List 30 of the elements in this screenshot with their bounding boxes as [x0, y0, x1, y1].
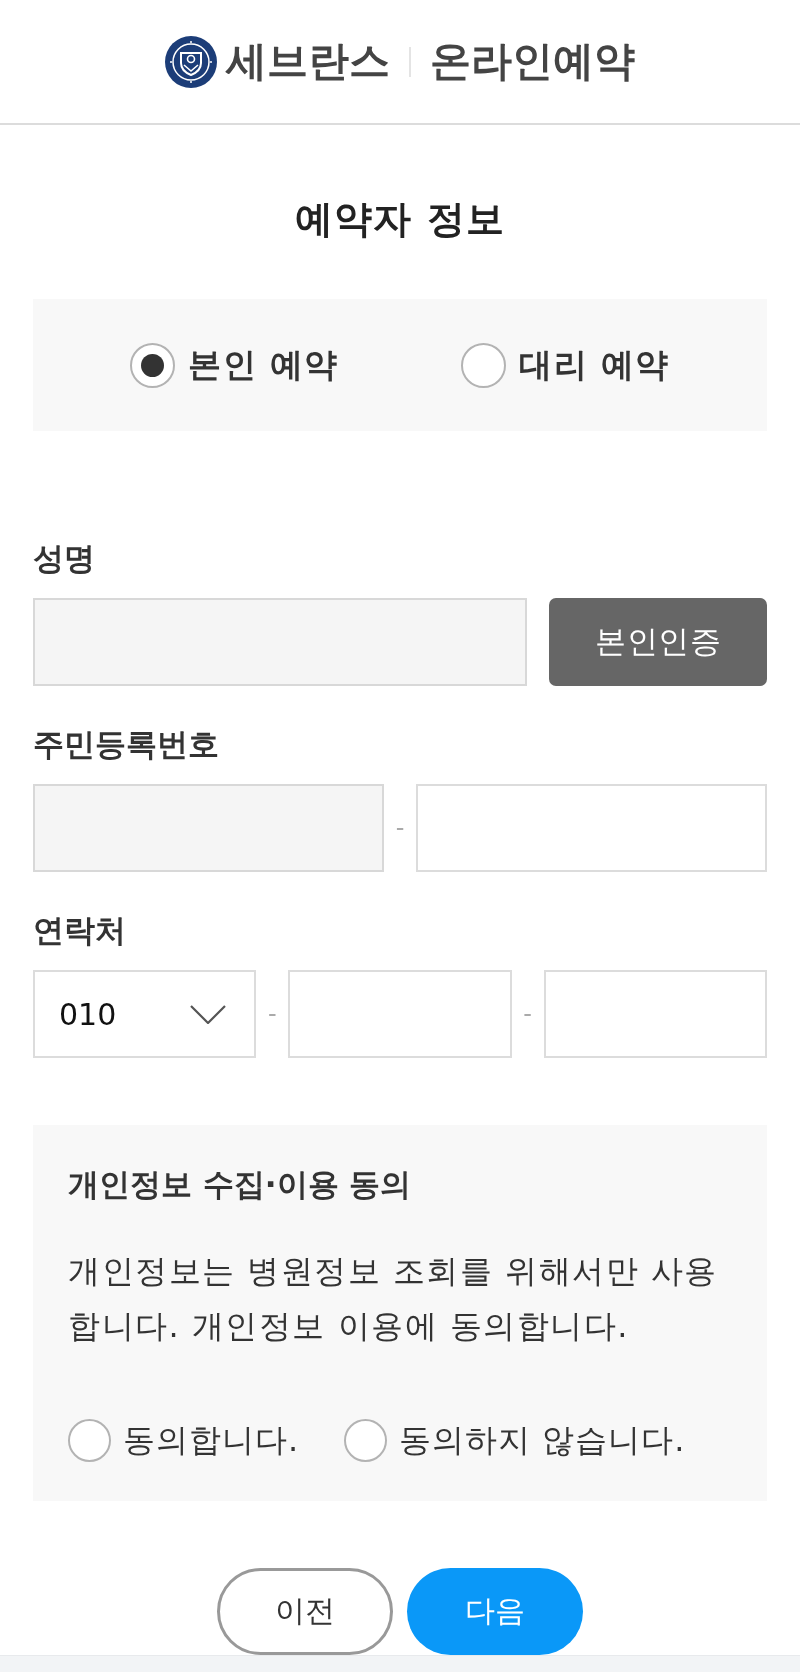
field-label: 주민등록번호	[33, 725, 219, 763]
emblem-icon	[165, 35, 217, 88]
consent-option[interactable]: 동의합니다.	[68, 1419, 300, 1462]
radio-empty-icon[interactable]	[68, 1419, 111, 1462]
field-label: 연락처	[33, 911, 126, 949]
dash-separator: -	[395, 816, 405, 840]
input-field[interactable]	[33, 598, 527, 686]
dash-separator: -	[523, 1002, 532, 1026]
previous-button[interactable]: 이전	[217, 1568, 393, 1655]
page-title: 예약자 정보	[295, 197, 505, 241]
brand-name: 세브란스	[226, 36, 390, 87]
radio-selected-icon[interactable]	[130, 342, 175, 388]
area-code-select[interactable]: 010	[33, 970, 257, 1058]
dash-separator: -	[268, 1002, 277, 1026]
input-field[interactable]	[543, 970, 767, 1058]
service-name: 온라인예약	[430, 36, 635, 87]
booking-type-option[interactable]: 대리 예약	[461, 342, 670, 388]
input-field[interactable]	[33, 784, 384, 872]
consent-option[interactable]: 동의하지 않습니다.	[344, 1419, 686, 1462]
input-field[interactable]	[288, 970, 512, 1058]
verify-button[interactable]: 본인인증	[549, 598, 767, 686]
radio-empty-icon[interactable]	[461, 342, 506, 388]
chevron-down-icon	[190, 1004, 227, 1024]
booking-type-option[interactable]: 본인 예약	[130, 342, 339, 388]
input-field[interactable]	[416, 784, 767, 872]
consent-title: 개인정보 수집·이용 동의	[68, 1166, 412, 1202]
field-label: 성명	[33, 539, 95, 577]
select-value: 010	[59, 996, 117, 1032]
consent-description: 개인정보는 병원정보 조회를 위해서만 사용합니다. 개인정보 이용에 동의합니다.	[68, 1251, 719, 1347]
radio-empty-icon[interactable]	[344, 1419, 388, 1462]
